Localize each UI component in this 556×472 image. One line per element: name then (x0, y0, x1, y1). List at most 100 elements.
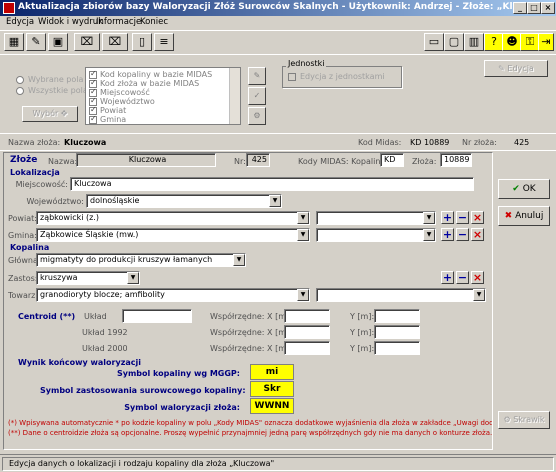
town-label: Miejscowość: (15, 180, 68, 189)
page-icon[interactable]: ▯ (132, 33, 152, 51)
powiat-select[interactable]: ząbkowicki (z.) ▼ (36, 211, 310, 225)
chevron-down-icon[interactable]: ▼ (297, 289, 309, 301)
header-nr-value: 425 (514, 138, 530, 147)
use-select[interactable]: kruszywa ▼ (36, 271, 140, 285)
header-name-label: Nazwa złoża: (8, 138, 61, 147)
header-nr-label: Nr złoża: (462, 138, 497, 147)
choose-button[interactable]: Wybór ✥ (22, 106, 78, 122)
powiat-remove-icon[interactable]: − (456, 211, 469, 224)
map-button[interactable]: ⚙ Skrawik (498, 411, 550, 429)
field-label-2: Kod złoża w bazie MIDAS (100, 79, 200, 88)
gmina-select[interactable]: Ząbkowice Śląskie (mw.) ▼ (36, 228, 310, 242)
menu-edycja[interactable]: Edycja (6, 17, 34, 27)
centroid-row3-x-field[interactable] (284, 341, 330, 355)
chevron-down-icon[interactable]: ▼ (297, 212, 309, 224)
save-icon[interactable]: ▦ (4, 33, 24, 51)
goods-select-2[interactable]: ▼ (316, 288, 486, 302)
kopaliny-code-field[interactable]: KD (380, 153, 404, 167)
units-checkbox[interactable] (288, 73, 296, 81)
note-2: (**) Dane o centroidzie złoża są opcjona… (8, 429, 492, 437)
centroid-row1-x-label: Współrzędne: X [m]: (210, 312, 292, 321)
help-icon[interactable]: ? (484, 33, 504, 51)
field-label-3: Miejscowość (100, 88, 150, 97)
deposit-nr-label: Nr: (234, 157, 246, 166)
status-text: Edycja danych o lokalizacji i rodzaju ko… (2, 457, 554, 471)
powiat-select-2[interactable]: ▼ (316, 211, 436, 225)
centroid-row2-y-field[interactable] (374, 325, 420, 339)
chevron-down-icon[interactable]: ▼ (473, 289, 485, 301)
tool5-icon[interactable]: ⌧ (102, 33, 128, 51)
edit-button[interactable]: ✎ Edycja (484, 60, 548, 77)
chevron-down-icon[interactable]: ▼ (233, 254, 245, 266)
centroid-row2-x-label: Współrzędne: X [m]: (210, 328, 292, 337)
menu-informacje[interactable]: Informacje (96, 17, 141, 27)
goods-value: granodioryty blocze; amfibolity (40, 290, 165, 299)
voivodeship-select[interactable]: dolnośląskie ▼ (86, 194, 282, 208)
centroid-row1-x-field[interactable] (284, 309, 330, 323)
field-label-5: Powiat (100, 106, 127, 115)
ok-button-label: OK (522, 184, 536, 194)
gear-icon[interactable]: ⚙ (248, 107, 266, 125)
field-label-1: Kod kopaliny w bazie MIDAS (100, 70, 213, 79)
centroid-row2-x-field[interactable] (284, 325, 330, 339)
toolbar-separator (0, 54, 556, 55)
card-icon[interactable]: ▭ (424, 33, 444, 51)
gmina-add-icon[interactable]: + (441, 228, 454, 241)
edit-icon[interactable]: ✎ (26, 33, 46, 51)
check-icon: ✔ (512, 184, 520, 194)
close-window-button[interactable]: × (541, 2, 555, 14)
menu-koniec[interactable]: Koniec (140, 17, 168, 27)
user-icon[interactable]: ☻ (502, 33, 522, 51)
maximize-button[interactable]: □ (527, 2, 541, 14)
gmina-select-2[interactable]: ▼ (316, 228, 436, 242)
print-icon[interactable]: ▣ (48, 33, 68, 51)
check-icon[interactable]: ✓ (248, 87, 266, 105)
gmina-remove-icon[interactable]: − (456, 228, 469, 241)
ok-button[interactable]: ✔ OK (498, 179, 550, 199)
result-valuation-value: WWNN (250, 398, 294, 414)
powiat-delete-icon[interactable]: × (471, 211, 484, 224)
zloza-code-field[interactable]: 10889 (440, 153, 472, 167)
goods-select[interactable]: granodioryty blocze; amfibolity ▼ (36, 288, 310, 302)
minimize-button[interactable]: _ (513, 2, 527, 14)
cancel-button[interactable]: ✖ Anuluj (498, 206, 550, 226)
field-checkbox-6[interactable] (89, 114, 97, 124)
chevron-down-icon[interactable]: ▼ (423, 229, 435, 241)
result-mggp-value: mi (250, 364, 294, 380)
powiat-add-icon[interactable]: + (441, 211, 454, 224)
choose-button-label: Wybór (32, 109, 59, 118)
use-remove-icon[interactable]: − (456, 271, 469, 284)
radio-all-label: Wszystkie pola (28, 86, 88, 95)
chevron-down-icon[interactable]: ▼ (297, 229, 309, 241)
use-add-icon[interactable]: + (441, 271, 454, 284)
list-icon[interactable]: ≡ (154, 33, 174, 51)
centroid-row1-system-field[interactable] (122, 309, 192, 323)
centroid-row1-y-field[interactable] (374, 309, 420, 323)
town-field[interactable]: Kluczowa (70, 177, 474, 191)
lock-icon[interactable]: ⚿ (520, 33, 540, 51)
radio-selected-fields[interactable] (16, 76, 24, 84)
window-icon[interactable]: ▢ (444, 33, 464, 51)
gmina-delete-icon[interactable]: × (471, 228, 484, 241)
units-checkbox-label: Edycja z jednostkami (300, 72, 385, 81)
chevron-down-icon[interactable]: ▼ (127, 272, 139, 284)
gmina-value: Ząbkowice Śląskie (mw.) (40, 230, 139, 239)
use-delete-icon[interactable]: × (471, 271, 484, 284)
result-valuation-label: Symbol waloryzacji złoża: (124, 403, 240, 412)
voivodeship-value: dolnośląskie (90, 196, 140, 205)
centroid-row1-y-label: Y [m]: (350, 312, 375, 321)
exit-icon[interactable]: ⇥ (538, 33, 554, 51)
centroid-row3-y-field[interactable] (374, 341, 420, 355)
fields-list[interactable]: Kod kopaliny w bazie MIDAS Kod złoża w b… (85, 67, 241, 125)
chevron-down-icon[interactable]: ▼ (423, 212, 435, 224)
menu-widok[interactable]: Widok i wydruk (38, 17, 103, 27)
chevron-down-icon[interactable]: ▼ (269, 195, 281, 207)
main-mineral-select[interactable]: migmatyty do produkcji kruszyw łamanych ▼ (36, 253, 246, 267)
centroid-row3-label: Układ 2000 (82, 344, 128, 353)
radio-all-fields[interactable] (16, 87, 24, 95)
layout-icon[interactable]: ▥ (464, 33, 484, 51)
tool4-icon[interactable]: ⌧ (74, 33, 100, 51)
pen-icon[interactable]: ✎ (248, 67, 266, 85)
fields-scrollbar[interactable] (229, 68, 240, 124)
centroid-row3-y-label: Y [m]: (350, 344, 375, 353)
